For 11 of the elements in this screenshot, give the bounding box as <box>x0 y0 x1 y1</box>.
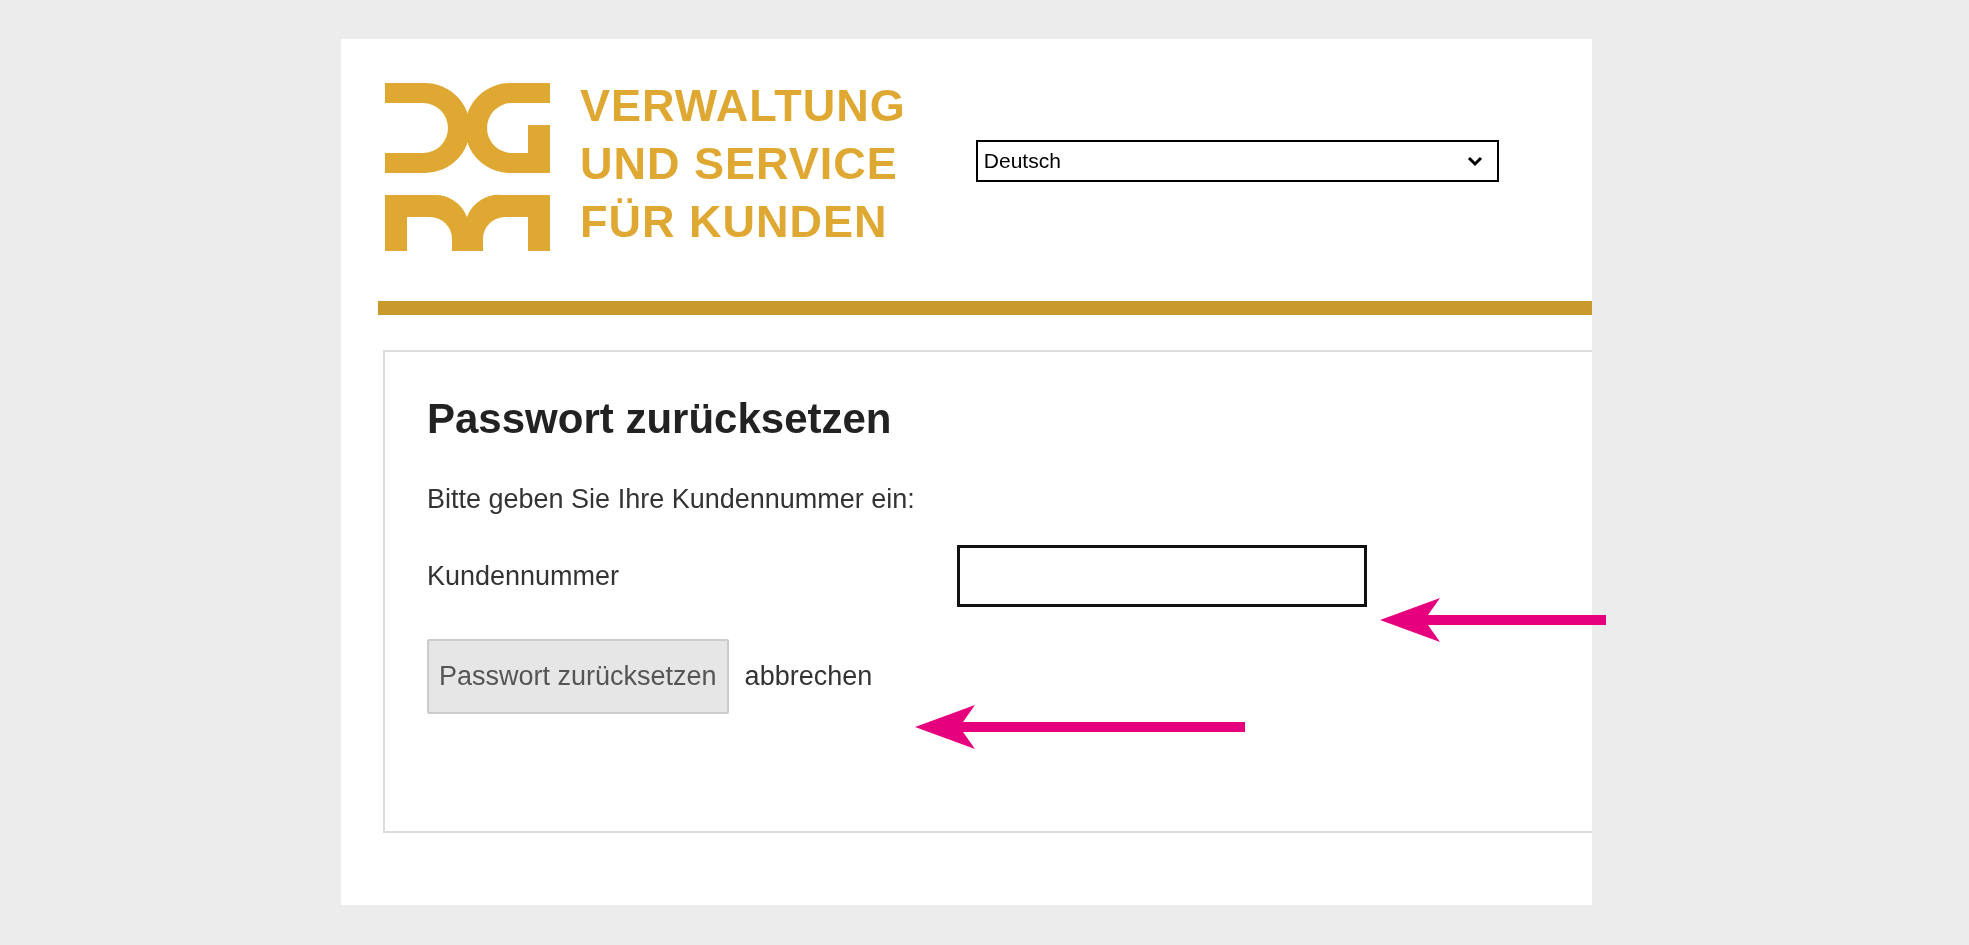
instruction-text: Bitte geben Sie Ihre Kundennummer ein: <box>427 484 916 516</box>
customer-number-input[interactable] <box>957 545 1367 608</box>
cancel-link[interactable]: abbrechen <box>744 661 873 693</box>
logo-text: VERWALTUNG <box>580 79 906 133</box>
field-label: Kundennummer <box>427 560 621 592</box>
logo-text: FÜR KUNDEN <box>580 195 889 249</box>
page-title: Passwort zurücksetzen <box>427 394 893 444</box>
chevron-down-icon <box>1466 155 1483 167</box>
language-select[interactable]: Deutsch <box>975 140 1499 182</box>
logo-text: UND SERVICE <box>580 137 899 191</box>
reset-password-button[interactable]: Passwort zurücksetzen <box>427 639 729 715</box>
